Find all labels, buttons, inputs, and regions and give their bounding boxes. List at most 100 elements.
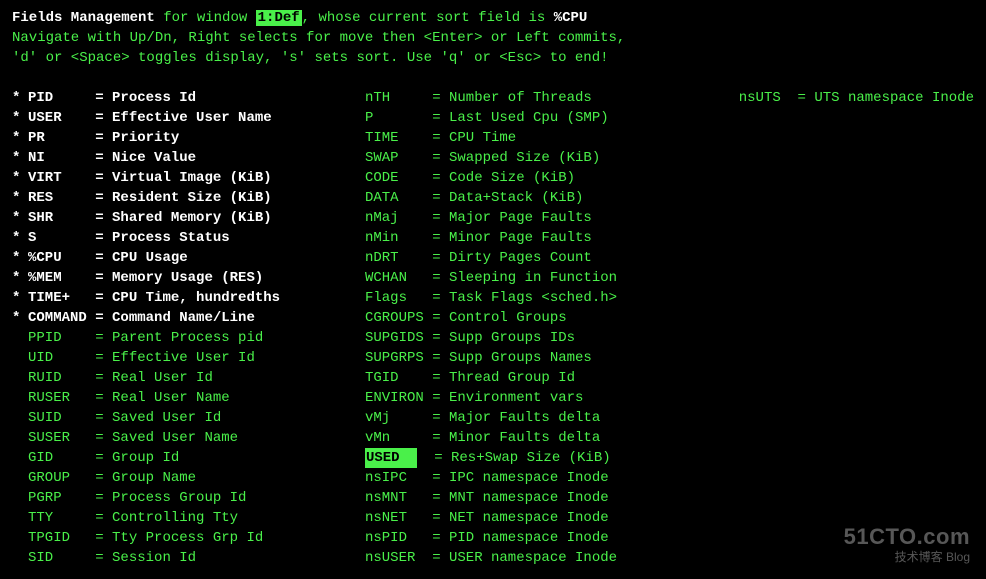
- field-row[interactable]: WCHAN = Sleeping in Function: [349, 268, 723, 288]
- equals-sep: =: [95, 268, 112, 288]
- field-description: Command Name/Line: [112, 308, 255, 328]
- field-row[interactable]: nTH = Number of Threads: [349, 88, 723, 108]
- field-name: SUID: [28, 408, 95, 428]
- field-enabled-mark: [12, 348, 28, 368]
- field-enabled-mark: [349, 448, 365, 468]
- field-enabled-mark: [349, 228, 365, 248]
- field-column-1: *PID = Process Id*USER = Effective User …: [12, 88, 349, 568]
- field-row[interactable]: *USER = Effective User Name: [12, 108, 349, 128]
- field-enabled-mark: *: [12, 228, 28, 248]
- field-row[interactable]: DATA = Data+Stack (KiB): [349, 188, 723, 208]
- field-description: Nice Value: [112, 148, 196, 168]
- field-row[interactable]: CODE = Code Size (KiB): [349, 168, 723, 188]
- field-row[interactable]: *RES = Resident Size (KiB): [12, 188, 349, 208]
- field-row[interactable]: nsIPC = IPC namespace Inode: [349, 468, 723, 488]
- field-row[interactable]: nsUSER = USER namespace Inode: [349, 548, 723, 568]
- field-enabled-mark: [349, 428, 365, 448]
- field-name: nMaj: [365, 208, 432, 228]
- equals-sep: =: [432, 408, 449, 428]
- field-row[interactable]: PPID = Parent Process pid: [12, 328, 349, 348]
- field-row[interactable]: *PR = Priority: [12, 128, 349, 148]
- field-row[interactable]: vMn = Minor Faults delta: [349, 428, 723, 448]
- field-name: COMMAND: [28, 308, 95, 328]
- field-description: Virtual Image (KiB): [112, 168, 272, 188]
- field-row[interactable]: vMj = Major Faults delta: [349, 408, 723, 428]
- equals-sep: =: [95, 528, 112, 548]
- field-row[interactable]: ENVIRON = Environment vars: [349, 388, 723, 408]
- field-name: nMin: [365, 228, 432, 248]
- field-row[interactable]: nsMNT = MNT namespace Inode: [349, 488, 723, 508]
- field-name: RUID: [28, 368, 95, 388]
- field-row[interactable]: CGROUPS = Control Groups: [349, 308, 723, 328]
- equals-sep: =: [432, 468, 449, 488]
- field-row[interactable]: PGRP = Process Group Id: [12, 488, 349, 508]
- field-description: Supp Groups Names: [449, 348, 592, 368]
- field-row[interactable]: TGID = Thread Group Id: [349, 368, 723, 388]
- field-enabled-mark: [349, 108, 365, 128]
- field-row[interactable]: *COMMAND = Command Name/Line: [12, 308, 349, 328]
- field-description: Minor Faults delta: [449, 428, 600, 448]
- field-description: Sleeping in Function: [449, 268, 617, 288]
- field-row[interactable]: nMin = Minor Page Faults: [349, 228, 723, 248]
- field-row[interactable]: RUID = Real User Id: [12, 368, 349, 388]
- field-row[interactable]: TTY = Controlling Tty: [12, 508, 349, 528]
- field-description: Last Used Cpu (SMP): [449, 108, 609, 128]
- field-row[interactable]: SID = Session Id: [12, 548, 349, 568]
- field-name: P: [365, 108, 432, 128]
- field-row[interactable]: TIME = CPU Time: [349, 128, 723, 148]
- field-enabled-mark: [349, 88, 365, 108]
- field-row[interactable]: nsUTS = UTS namespace Inode: [723, 88, 974, 108]
- field-row[interactable]: *PID = Process Id: [12, 88, 349, 108]
- field-row[interactable]: *%MEM = Memory Usage (RES): [12, 268, 349, 288]
- equals-sep: =: [95, 168, 112, 188]
- field-row[interactable]: *VIRT = Virtual Image (KiB): [12, 168, 349, 188]
- field-description: Process Id: [112, 88, 196, 108]
- field-row[interactable]: SUID = Saved User Id: [12, 408, 349, 428]
- field-row[interactable]: TPGID = Tty Process Grp Id: [12, 528, 349, 548]
- field-row[interactable]: UID = Effective User Id: [12, 348, 349, 368]
- field-row[interactable]: SUSER = Saved User Name: [12, 428, 349, 448]
- field-name: UID: [28, 348, 95, 368]
- field-row[interactable]: nsPID = PID namespace Inode: [349, 528, 723, 548]
- field-row[interactable]: GROUP = Group Name: [12, 468, 349, 488]
- field-column-3: nsUTS = UTS namespace Inode: [723, 88, 974, 568]
- field-name: DATA: [365, 188, 432, 208]
- field-row[interactable]: *%CPU = CPU Usage: [12, 248, 349, 268]
- field-name: SUSER: [28, 428, 95, 448]
- field-row[interactable]: *S = Process Status: [12, 228, 349, 248]
- field-row[interactable]: SWAP = Swapped Size (KiB): [349, 148, 723, 168]
- field-row[interactable]: *TIME+ = CPU Time, hundredths: [12, 288, 349, 308]
- field-description: Process Group Id: [112, 488, 246, 508]
- field-name: SHR: [28, 208, 95, 228]
- field-row[interactable]: RUSER = Real User Name: [12, 388, 349, 408]
- field-description: Shared Memory (KiB): [112, 208, 272, 228]
- field-row[interactable]: nsNET = NET namespace Inode: [349, 508, 723, 528]
- field-row[interactable]: nMaj = Major Page Faults: [349, 208, 723, 228]
- field-row[interactable]: *NI = Nice Value: [12, 148, 349, 168]
- field-enabled-mark: [349, 388, 365, 408]
- field-row[interactable]: nDRT = Dirty Pages Count: [349, 248, 723, 268]
- field-name: vMj: [365, 408, 432, 428]
- field-enabled-mark: [12, 468, 28, 488]
- field-row[interactable]: SUPGIDS = Supp Groups IDs: [349, 328, 723, 348]
- field-enabled-mark: [12, 428, 28, 448]
- equals-sep: =: [95, 348, 112, 368]
- field-description: Effective User Name: [112, 108, 272, 128]
- equals-sep: =: [432, 508, 449, 528]
- equals-sep: =: [432, 548, 449, 568]
- field-row[interactable]: *SHR = Shared Memory (KiB): [12, 208, 349, 228]
- field-name: VIRT: [28, 168, 95, 188]
- field-enabled-mark: [349, 148, 365, 168]
- field-description: Control Groups: [449, 308, 567, 328]
- field-row[interactable]: GID = Group Id: [12, 448, 349, 468]
- field-row[interactable]: USED = Res+Swap Size (KiB): [349, 448, 723, 468]
- field-row[interactable]: P = Last Used Cpu (SMP): [349, 108, 723, 128]
- field-description: Task Flags <sched.h>: [449, 288, 617, 308]
- field-row[interactable]: SUPGRPS = Supp Groups Names: [349, 348, 723, 368]
- equals-sep: =: [432, 488, 449, 508]
- equals-sep: =: [432, 308, 449, 328]
- field-description: Resident Size (KiB): [112, 188, 272, 208]
- field-enabled-mark: *: [12, 148, 28, 168]
- field-row[interactable]: Flags = Task Flags <sched.h>: [349, 288, 723, 308]
- field-enabled-mark: *: [12, 268, 28, 288]
